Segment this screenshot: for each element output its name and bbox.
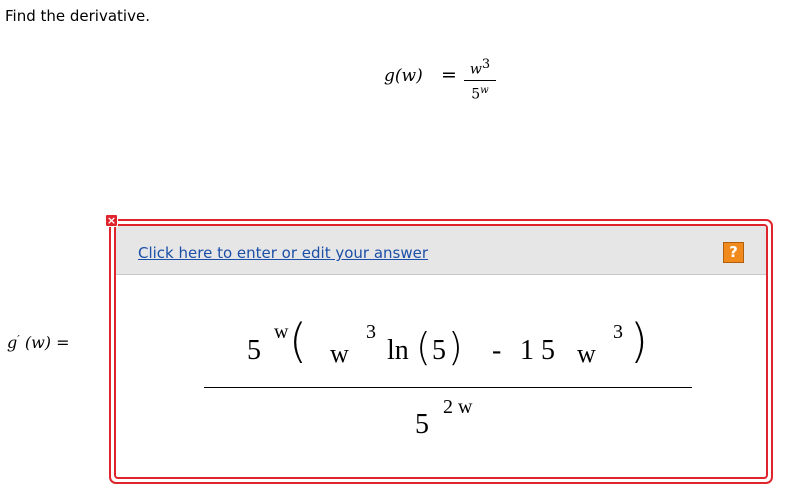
fraction-numerator: w3	[469, 57, 491, 78]
num-ln-arg-5: 5	[432, 335, 446, 366]
edit-answer-link[interactable]: Click here to enter or edit your answer	[138, 244, 428, 262]
num-15: 1 5	[520, 335, 555, 366]
fraction-denominator: 5w	[471, 84, 489, 103]
derivative-label: g′ (w) =	[7, 333, 70, 352]
num-ln: ln	[387, 335, 409, 366]
close-icon[interactable]: ×	[105, 214, 118, 227]
fraction-bar	[464, 79, 496, 81]
help-button[interactable]: ?	[723, 242, 744, 263]
num-w1: w	[330, 339, 349, 368]
num-minus: -	[492, 335, 502, 366]
right-paren: )	[630, 314, 648, 368]
equals-sign: =	[441, 64, 457, 86]
function-lhs: g(w)	[384, 66, 423, 86]
ln-right-paren: )	[448, 325, 463, 369]
den-exp-2w: 2 w	[443, 396, 473, 418]
num-exp-3a: 3	[366, 321, 376, 343]
answer-fraction-bar	[204, 387, 692, 388]
ln-left-paren: (	[416, 325, 431, 369]
answer-header: Click here to enter or edit your answer …	[116, 226, 766, 275]
den-base-5: 5	[415, 409, 429, 440]
answer-box[interactable]: Click here to enter or edit your answer …	[109, 219, 773, 484]
num-exp-w: w	[274, 321, 289, 343]
problem-instruction: Find the derivative.	[5, 7, 150, 25]
answer-box-inner[interactable]: Click here to enter or edit your answer …	[114, 224, 768, 479]
num-exp-3b: 3	[613, 321, 623, 343]
num-w2: w	[577, 339, 596, 368]
function-fraction: w3 5w	[464, 56, 496, 102]
left-paren: (	[289, 314, 307, 368]
num-base-5: 5	[247, 335, 261, 366]
